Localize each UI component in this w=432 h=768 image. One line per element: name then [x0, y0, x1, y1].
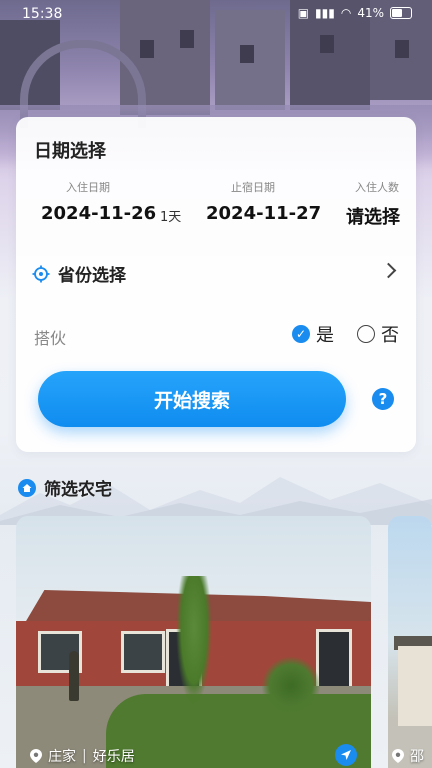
listing-type: 庄家: [48, 749, 76, 765]
checkin-date[interactable]: 2024-11-26: [41, 203, 156, 224]
location-pin-icon: [392, 749, 404, 763]
province-label: 省份选择: [58, 266, 126, 286]
listing-photo-grass: [106, 694, 371, 768]
checkout-date[interactable]: 2024-11-27: [206, 203, 321, 224]
listing-photo-tree: [176, 576, 212, 706]
location-target-icon: [32, 265, 50, 282]
checkout-label: 止宿日期: [231, 181, 275, 194]
listing-caption: 庄家 | 好乐居: [30, 746, 135, 766]
home-icon: [18, 478, 36, 497]
help-icon[interactable]: ?: [372, 388, 394, 410]
sim-icon: ▣: [297, 6, 310, 20]
window: [395, 40, 409, 58]
battery-percent: 41%: [357, 6, 384, 20]
battery-icon: [390, 7, 412, 19]
option-no[interactable]: 否: [357, 321, 399, 347]
card-title: 日期选择: [34, 141, 106, 162]
option-yes-label: 是: [316, 325, 334, 346]
window: [240, 45, 254, 63]
filter-header: 筛选农宅: [18, 475, 112, 500]
listing-photo-bush: [261, 656, 321, 716]
listing-card[interactable]: 邵: [388, 516, 432, 768]
wifi-icon: ◠: [340, 6, 352, 20]
listing-card[interactable]: 庄家 | 好乐居: [16, 516, 371, 768]
guests-label: 入住人数: [355, 181, 399, 194]
listing-photo-house: [398, 646, 432, 726]
navigate-icon[interactable]: [335, 744, 357, 766]
guests-select[interactable]: 请选择: [346, 203, 400, 229]
location-pin-icon: [30, 749, 42, 763]
window: [320, 35, 334, 53]
signal-icon: ▮▮▮: [315, 6, 335, 20]
radio-unchecked-icon: [357, 325, 375, 343]
option-no-label: 否: [381, 325, 399, 346]
check-icon: ✓: [292, 325, 310, 343]
option-yes[interactable]: ✓ 是: [292, 321, 334, 347]
start-search-button[interactable]: 开始搜索: [38, 371, 346, 427]
listing-caption: 邵: [392, 746, 424, 766]
search-card: 日期选择 入住日期 2024-11-26 1天 止宿日期 2024-11-27 …: [16, 117, 416, 452]
status-bar: 15:38 ▣ ▮▮▮ ◠ 41%: [0, 0, 432, 30]
listing-type: 邵: [410, 749, 424, 765]
status-time: 15:38: [22, 6, 63, 22]
status-icons: ▣ ▮▮▮ ◠ 41%: [298, 6, 412, 20]
nights-count: 1天: [160, 210, 182, 225]
listing-name: 好乐居: [92, 749, 135, 765]
chevron-right-icon[interactable]: [380, 262, 397, 279]
window: [180, 30, 194, 48]
province-row[interactable]: 省份选择: [32, 261, 126, 286]
listing-photo-person: [69, 651, 79, 701]
checkin-label: 入住日期: [66, 181, 110, 194]
partner-label: 搭伙: [34, 329, 67, 348]
filter-title: 筛选农宅: [44, 480, 112, 500]
window: [140, 40, 154, 58]
caption-divider: |: [82, 748, 87, 764]
